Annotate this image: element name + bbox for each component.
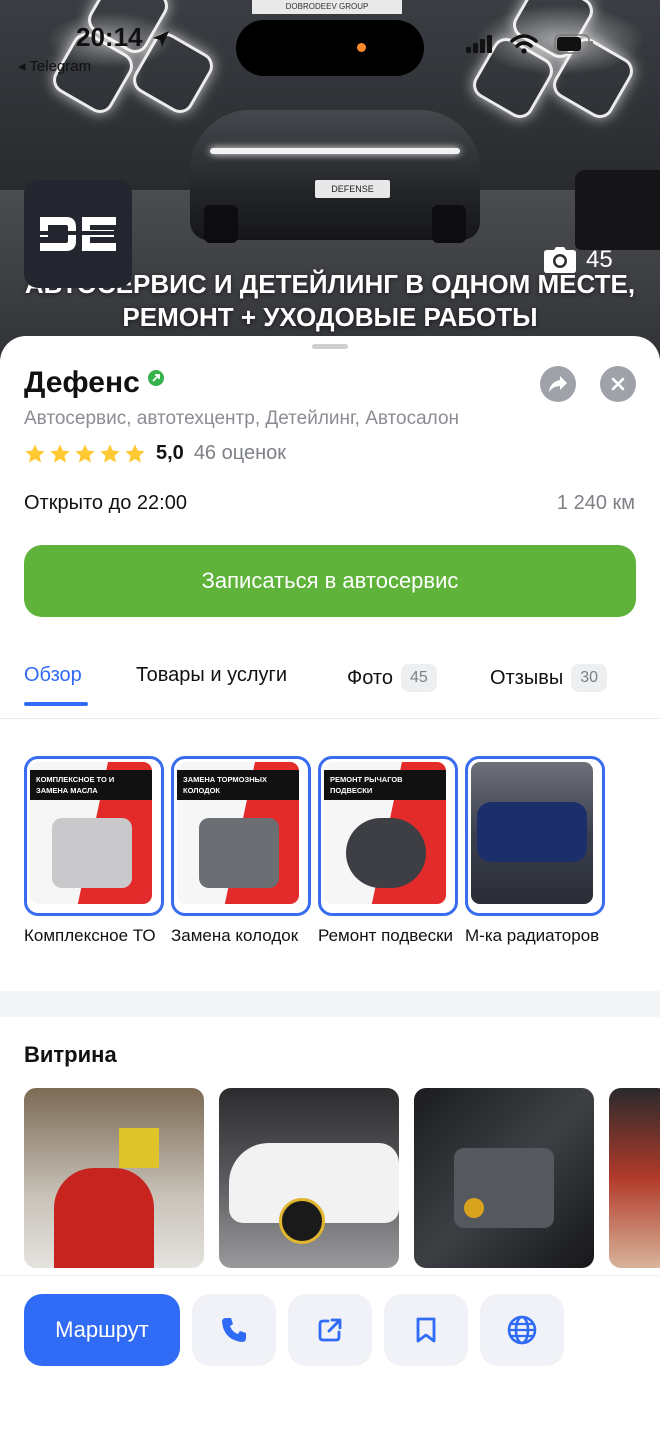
status-icons [466,34,594,54]
share-button[interactable] [540,366,576,402]
open-link-button[interactable] [288,1294,372,1366]
service-label: Комплексное ТО [24,926,156,945]
service-label: Замена колодок [171,926,299,945]
section-divider [0,991,660,1017]
tab-label: Фото [347,666,393,689]
hero-sofa [575,170,660,250]
battery-icon [554,34,593,54]
place-card-sheet: Дефенс Автосервис, автотехцентр, Детейли… [0,336,660,1434]
bookmark-icon [416,1317,436,1343]
close-button[interactable] [600,366,636,402]
location-arrow-icon [152,31,169,48]
service-card[interactable]: Ремонт рычагов подвески Ремонт подвески [318,756,458,946]
star-icon [125,443,145,463]
car-wheel [204,205,238,243]
tab-photos[interactable]: Фото 45 [347,664,437,692]
open-status[interactable]: Открыто до 22:00 [24,492,187,515]
website-button[interactable] [480,1294,564,1366]
tab-reviews[interactable]: Отзывы 30 [490,664,608,692]
distance: 1 240 км [556,492,635,514]
recording-indicator [357,43,366,52]
signal-icon [466,35,492,53]
service-banner-text: Замена тормозных колодок [177,770,299,800]
hero-car: DEFENSE [190,110,480,243]
service-card[interactable]: Комплексное ТО и замена масла Комплексно… [24,756,164,946]
service-banner-text: Ремонт рычагов подвески [324,770,446,800]
showcase-photo[interactable] [24,1088,204,1268]
service-card[interactable]: М-ка радиаторов [465,756,605,946]
back-to-telegram[interactable]: ◂ Telegram [18,57,91,75]
tab-count-badge: 45 [400,664,437,692]
tab-overview[interactable]: Обзор [24,664,82,687]
brake-pads-illustration [199,818,279,888]
car-wheel [432,205,466,243]
car-plate: DEFENSE [315,180,390,198]
service-label: М-ка радиаторов [465,926,600,945]
mechanic-figure [54,1168,154,1268]
service-thumb: Комплексное ТО и замена масла [24,756,164,916]
service-thumb: Замена тормозных колодок [171,756,311,916]
service-image [471,762,593,904]
org-name-text: Дефенс [24,366,140,399]
star-icon [100,443,120,463]
car-headlights [210,148,460,154]
service-banner-text: Комплексное ТО и замена масла [30,770,152,800]
close-icon [611,377,625,391]
status-time: 20:14 [76,22,170,53]
bookmark-button[interactable] [384,1294,468,1366]
rating-row[interactable]: 5,0 46 оценок [24,442,286,465]
lift-arm [119,1128,159,1168]
tab-label: Товары и услуги [136,664,287,686]
share-icon [549,376,567,392]
service-image: Комплексное ТО и замена масла [30,762,152,904]
rating-value: 5,0 [156,442,184,464]
verified-icon [147,370,164,386]
sheet-grabber[interactable] [312,344,348,349]
defense-logo-icon [38,217,118,251]
bottom-action-bar: Маршрут [0,1275,660,1435]
star-icon [25,443,45,463]
showcase-photo[interactable] [609,1088,660,1268]
engine-part [464,1198,484,1218]
tab-count-badge: 30 [571,664,608,692]
rating-count: 46 оценок [193,442,287,464]
book-service-button[interactable]: Записаться в автосервис [24,545,636,617]
star-icon [50,443,70,463]
globe-icon [507,1315,537,1345]
org-logo[interactable] [24,180,132,288]
hero-wall-banner: DOBRODEEV GROUP [252,0,402,14]
photo-count[interactable]: 45 [544,246,613,274]
service-label: Ремонт подвески [318,926,454,945]
photo-count-value: 45 [586,246,613,273]
tab-bar: Обзор Товары и услуги Фото 45 Отзывы 30 [0,652,660,719]
wheel [279,1198,325,1244]
star-icon [75,443,95,463]
active-tab-indicator [24,702,88,706]
org-name: Дефенс [24,366,164,400]
showcase-photo[interactable] [414,1088,594,1268]
tab-label: Отзывы [490,666,564,689]
showcase-title: Витрина [24,1042,117,1067]
org-categories: Автосервис, автотехцентр, Детейлинг, Авт… [24,408,460,429]
route-button[interactable]: Маршрут [24,1294,180,1366]
suspension-illustration [346,818,426,888]
tab-label: Обзор [24,664,82,686]
service-thumb: Ремонт рычагов подвески [318,756,458,916]
dynamic-island [236,20,424,76]
rating-stars [24,443,146,465]
external-link-icon [318,1318,342,1342]
service-image: Замена тормозных колодок [177,762,299,904]
tab-goods-services[interactable]: Товары и услуги [136,664,287,687]
car-front-illustration [477,802,587,862]
showcase-photo[interactable] [219,1088,399,1268]
phone-icon [222,1318,246,1342]
call-button[interactable] [192,1294,276,1366]
service-card[interactable]: Замена тормозных колодок Замена колодок [171,756,311,946]
oil-change-illustration [52,818,132,888]
service-image: Ремонт рычагов подвески [324,762,446,904]
service-thumb [465,756,605,916]
camera-icon [544,247,576,273]
wifi-icon [510,34,538,54]
